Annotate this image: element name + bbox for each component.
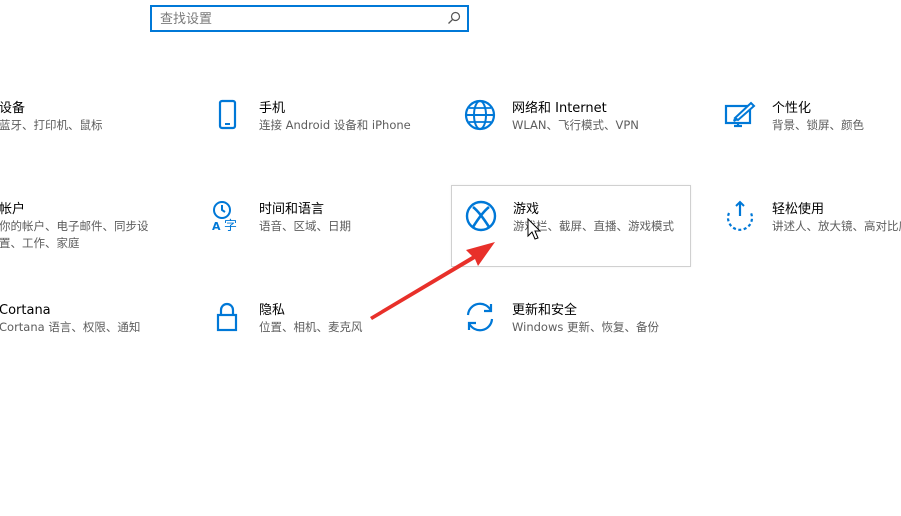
tile-title: Cortana — [0, 303, 51, 318]
ease-of-access-icon — [723, 199, 757, 233]
tile-network[interactable]: 网络和 Internet WLAN、飞行模式、VPN — [451, 88, 691, 158]
tile-desc: 连接 Android 设备和 iPhone — [259, 118, 411, 132]
tile-desc: 你的帐户、电子邮件、同步设 — [0, 219, 149, 233]
search-box[interactable] — [150, 5, 469, 32]
tile-title: 轻松使用 — [772, 202, 825, 217]
tile-cortana[interactable]: Cortana Cortana 语言、权限、通知 — [0, 290, 178, 360]
tile-desc: 蓝牙、打印机、鼠标 — [0, 118, 103, 132]
tile-title: 网络和 Internet — [512, 101, 607, 116]
xbox-icon — [464, 199, 498, 233]
tile-gaming[interactable]: 游戏 游戏栏、截屏、直播、游戏模式 — [451, 185, 691, 267]
time-language-icon: A 字 — [210, 199, 244, 233]
tile-desc-line2: 置、工作、家庭 — [0, 236, 80, 250]
tile-phone[interactable]: 手机 连接 Android 设备和 iPhone — [198, 88, 438, 158]
search-icon[interactable] — [447, 11, 461, 25]
globe-icon — [463, 98, 497, 132]
tile-title: 隐私 — [259, 303, 286, 318]
settings-page: 设备 蓝牙、打印机、鼠标 手机 连接 Android 设备和 iPhone 网络… — [0, 0, 901, 516]
tile-personalization[interactable]: 个性化 背景、锁屏、颜色 — [711, 88, 901, 158]
tile-accounts[interactable]: 帐户 你的帐户、电子邮件、同步设 置、工作、家庭 — [0, 189, 178, 259]
tile-desc: Windows 更新、恢复、备份 — [512, 320, 659, 334]
tile-desc: 语音、区域、日期 — [259, 219, 351, 233]
personalization-icon — [723, 98, 757, 132]
tile-desc: 游戏栏、截屏、直播、游戏模式 — [513, 219, 674, 233]
tile-title: 帐户 — [0, 202, 26, 217]
phone-icon — [210, 98, 244, 132]
tile-desc: 背景、锁屏、颜色 — [772, 118, 864, 132]
tile-desc: 位置、相机、麦克风 — [259, 320, 363, 334]
tile-title: 手机 — [259, 101, 286, 116]
search-input[interactable] — [160, 10, 440, 28]
tile-title: 游戏 — [513, 202, 540, 217]
tile-title: 个性化 — [772, 101, 812, 116]
tile-desc: 讲述人、放大镜、高对比度 — [772, 219, 901, 233]
tile-privacy[interactable]: 隐私 位置、相机、麦克风 — [198, 290, 438, 360]
tile-desc: WLAN、飞行模式、VPN — [512, 118, 639, 132]
update-icon — [463, 300, 497, 334]
tile-title: 更新和安全 — [512, 303, 578, 318]
tile-title: 时间和语言 — [259, 202, 325, 217]
lock-icon — [210, 300, 244, 334]
tile-desc: Cortana 语言、权限、通知 — [0, 320, 141, 334]
svg-text:字: 字 — [224, 219, 237, 233]
svg-text:A: A — [212, 220, 221, 233]
tile-ease-of-access[interactable]: 轻松使用 讲述人、放大镜、高对比度 — [711, 189, 901, 259]
tile-devices[interactable]: 设备 蓝牙、打印机、鼠标 — [0, 88, 178, 158]
tile-update-security[interactable]: 更新和安全 Windows 更新、恢复、备份 — [451, 290, 691, 360]
tile-time-language[interactable]: A 字 时间和语言 语音、区域、日期 — [198, 189, 438, 259]
tile-title: 设备 — [0, 101, 26, 116]
